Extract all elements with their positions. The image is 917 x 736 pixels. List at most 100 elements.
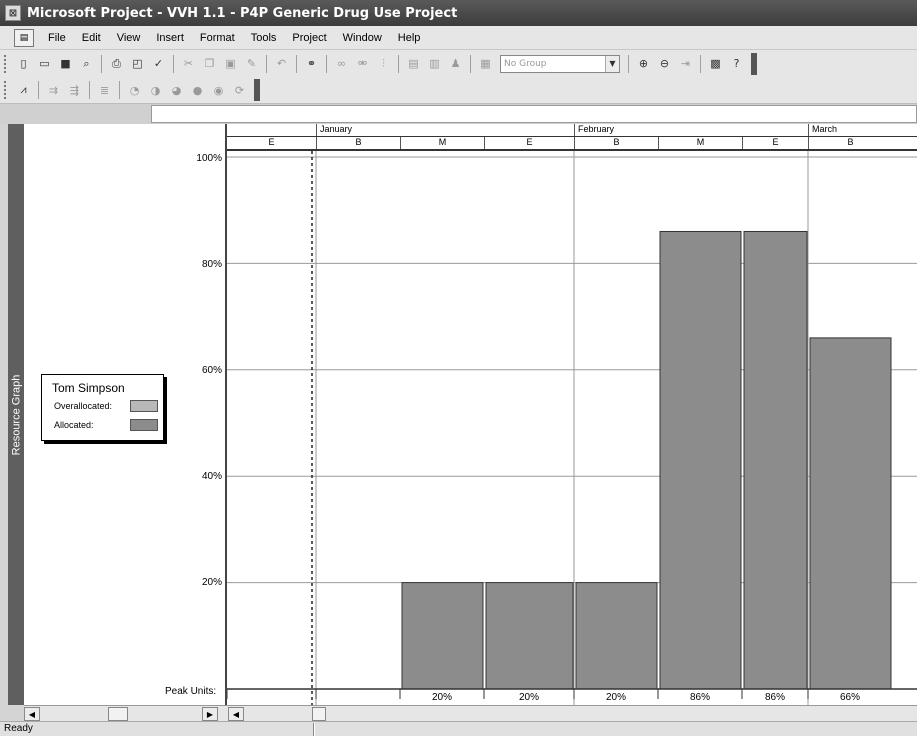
split-task-icon[interactable]: ⫶: [375, 55, 392, 72]
timescale-period: E: [484, 137, 574, 149]
copy-picture-icon[interactable]: ▩: [707, 55, 724, 72]
view-label-text: Resource Graph: [10, 374, 22, 455]
timescale-minor-row[interactable]: EBMEBMEB: [227, 137, 917, 151]
menu-window[interactable]: Window: [335, 32, 390, 44]
paste-icon[interactable]: ▣: [222, 55, 239, 72]
new-icon[interactable]: ▯: [15, 55, 32, 72]
chevron-down-icon[interactable]: ▼: [605, 55, 619, 72]
percent-50-icon[interactable]: ◕: [168, 82, 185, 99]
status-separator: [313, 723, 315, 736]
entry-bar: [0, 104, 917, 124]
project-statistics-icon[interactable]: ⩘: [15, 82, 32, 99]
scroll-thumb[interactable]: [312, 707, 326, 721]
save-icon[interactable]: ■: [57, 55, 74, 72]
view-label-bar: Resource Graph: [8, 124, 24, 705]
toolbar-grip[interactable]: [4, 81, 8, 99]
timescale-period: B: [316, 137, 400, 149]
menu-project[interactable]: Project: [284, 32, 334, 44]
timescale-major-row[interactable]: January February March: [227, 124, 917, 137]
task-information-icon[interactable]: ▤: [405, 55, 422, 72]
peak-units-value: 86%: [765, 692, 785, 703]
percent-0-icon[interactable]: ◔: [126, 82, 143, 99]
menu-view[interactable]: View: [109, 32, 149, 44]
allocated-bar: [809, 337, 892, 690]
toolbar-options-icon[interactable]: [254, 79, 260, 101]
percent-100-icon[interactable]: ◉: [210, 82, 227, 99]
legend-allocated-label: Allocated:: [54, 420, 94, 430]
reschedule-work-icon[interactable]: ⇶: [66, 82, 83, 99]
y-tick-label: 80%: [201, 259, 222, 270]
left-pane-scrollbar[interactable]: ◀ ▶: [24, 705, 226, 721]
entry-field[interactable]: [151, 105, 917, 123]
peak-units-value: 20%: [519, 692, 539, 703]
update-tasks-icon[interactable]: ⟳: [231, 82, 248, 99]
menu-tools[interactable]: Tools: [243, 32, 285, 44]
update-as-scheduled-icon[interactable]: ⇉: [45, 82, 62, 99]
group-by-value: No Group: [504, 58, 547, 69]
status-bar: Ready: [0, 721, 917, 736]
separator: [38, 81, 39, 99]
open-icon[interactable]: ▭: [36, 55, 53, 72]
scroll-right-arrow-icon[interactable]: ▶: [202, 707, 218, 721]
allocated-bar: [485, 582, 574, 690]
separator: [101, 54, 102, 73]
hyperlink-icon[interactable]: ⚭: [303, 55, 320, 72]
undo-icon[interactable]: ↶: [273, 55, 290, 72]
y-tick-label: 100%: [196, 153, 222, 164]
scroll-to-task-icon[interactable]: ⇥: [677, 55, 694, 72]
allocated-bar: [401, 582, 484, 690]
y-tick-label: 40%: [201, 471, 222, 482]
chart-pane-scrollbar[interactable]: ◀: [226, 705, 917, 721]
cut-icon[interactable]: ✂: [180, 55, 197, 72]
separator: [398, 54, 399, 73]
peak-units-label: Peak Units:: [165, 686, 217, 697]
toolbar-grip[interactable]: [4, 54, 8, 73]
graph-legend-pane[interactable]: 100% 80% 60% 40% 20% Tom Simpson Overall…: [24, 124, 226, 705]
group-by-select[interactable]: No Group ▼: [500, 54, 620, 73]
separator: [700, 54, 701, 73]
menu-format[interactable]: Format: [192, 32, 243, 44]
timescale-period: E: [742, 137, 808, 149]
assign-resources-icon[interactable]: ♟: [447, 55, 464, 72]
app-icon[interactable]: ⊠: [5, 5, 21, 21]
scroll-left-arrow-icon[interactable]: ◀: [24, 707, 40, 721]
standard-toolbar: ▯ ▭ ■ ⌕ ⎙ ◰ ✓ ✂ ❐ ▣ ✎ ↶ ⚭ ∞ ⚮ ⫶ ▤ ▥ ♟ ▦ …: [0, 50, 917, 77]
percent-25-icon[interactable]: ◑: [147, 82, 164, 99]
help-icon[interactable]: ?: [728, 55, 745, 72]
add-progress-line-icon[interactable]: ≣: [96, 82, 113, 99]
peak-units-value: 20%: [606, 692, 626, 703]
toolbar-options-icon[interactable]: [751, 52, 757, 75]
menu-edit[interactable]: Edit: [74, 32, 109, 44]
menu-insert[interactable]: Insert: [148, 32, 192, 44]
search-icon[interactable]: ⌕: [78, 55, 95, 72]
resource-graph-chart[interactable]: January February March EBMEBMEB 20% 20% 20…: [226, 124, 917, 705]
peak-units-value: 86%: [690, 692, 710, 703]
task-notes-icon[interactable]: ▥: [426, 55, 443, 72]
timescale-period: M: [400, 137, 484, 149]
legend-box: Tom Simpson Overallocated: Allocated:: [41, 374, 164, 441]
copy-icon[interactable]: ❐: [201, 55, 218, 72]
percent-75-icon[interactable]: ●: [189, 82, 206, 99]
scroll-thumb[interactable]: [108, 707, 128, 721]
zoom-in-icon[interactable]: ⊕: [635, 55, 652, 72]
print-icon[interactable]: ⎙: [108, 55, 125, 72]
document-icon[interactable]: ▤: [14, 28, 34, 47]
menu-bar: ▤ File Edit View Insert Format Tools Pro…: [0, 26, 917, 50]
window-title: Microsoft Project - VVH 1.1 - P4P Generi…: [27, 5, 458, 21]
separator: [173, 54, 174, 73]
publish-icon[interactable]: ▦: [477, 55, 494, 72]
y-tick-label: 20%: [201, 577, 222, 588]
allocated-bar: [659, 230, 742, 690]
print-preview-icon[interactable]: ◰: [129, 55, 146, 72]
menu-file[interactable]: File: [40, 32, 74, 44]
zoom-out-icon[interactable]: ⊖: [656, 55, 673, 72]
format-painter-icon[interactable]: ✎: [243, 55, 260, 72]
menu-help[interactable]: Help: [390, 32, 429, 44]
unlink-tasks-icon[interactable]: ⚮: [354, 55, 371, 72]
timescale-period: E: [268, 137, 275, 147]
legend-overallocated-label: Overallocated:: [54, 401, 113, 411]
allocated-bar: [743, 230, 808, 690]
scroll-left-arrow-icon[interactable]: ◀: [228, 707, 244, 721]
spelling-icon[interactable]: ✓: [150, 55, 167, 72]
link-tasks-icon[interactable]: ∞: [333, 55, 350, 72]
